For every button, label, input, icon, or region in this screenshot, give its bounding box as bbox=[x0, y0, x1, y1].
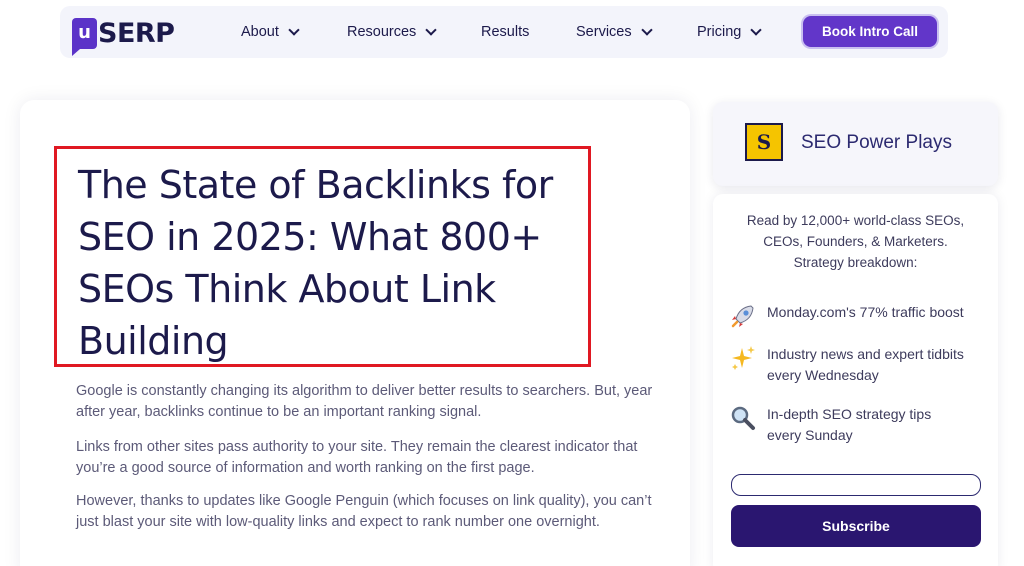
newsletter-logo: S bbox=[745, 123, 783, 161]
benefit-text: Industry news and expert tidbits every W… bbox=[767, 346, 964, 383]
subscribe-button[interactable]: Subscribe bbox=[731, 505, 981, 547]
logo-text: SERP bbox=[98, 17, 175, 49]
book-intro-call-button[interactable]: Book Intro Call bbox=[803, 16, 937, 47]
newsletter-intro: Read by 12,000+ world-class SEOs, CEOs, … bbox=[713, 210, 998, 273]
intro-line: CEOs, Founders, & Marketers. bbox=[763, 234, 948, 249]
nav-item-about[interactable]: About bbox=[241, 22, 300, 42]
nav-item-label: Pricing bbox=[697, 24, 742, 40]
chevron-down-icon bbox=[425, 24, 437, 36]
benefit-text: In-depth SEO strategy tips every Sunday bbox=[767, 406, 932, 443]
sparkles-icon bbox=[732, 346, 755, 370]
article-paragraph: Google is constantly changing its algori… bbox=[76, 383, 653, 420]
article-title: The State of Backlinks for SEO in 2025: … bbox=[78, 163, 553, 363]
userp-logo[interactable]: u SERP bbox=[72, 14, 175, 56]
logo-u-badge: u bbox=[72, 17, 97, 56]
newsletter-title: SEO Power Plays bbox=[801, 132, 952, 153]
article-paragraph: However, thanks to updates like Google P… bbox=[76, 493, 652, 530]
article-card: The State of Backlinks for SEO in 2025: … bbox=[20, 100, 690, 566]
nav-item-label: Services bbox=[576, 24, 632, 40]
benefit-item: Industry news and expert tidbits every W… bbox=[729, 344, 969, 386]
newsletter-signup-card: Read by 12,000+ world-class SEOs, CEOs, … bbox=[713, 194, 998, 566]
nav-item-results[interactable]: Results bbox=[481, 22, 529, 42]
intro-line: Read by 12,000+ world-class SEOs, bbox=[746, 213, 965, 228]
benefit-item: In-depth SEO strategy tips every Sunday bbox=[729, 404, 969, 446]
nav-item-services[interactable]: Services bbox=[576, 22, 653, 42]
title-highlight-box: The State of Backlinks for SEO in 2025: … bbox=[54, 146, 591, 367]
benefit-text: Monday.com's 77% traffic boost bbox=[767, 304, 964, 320]
nav-item-label: Results bbox=[481, 24, 530, 40]
magnifier-icon bbox=[731, 406, 755, 430]
intro-line: Strategy breakdown: bbox=[793, 255, 918, 270]
chevron-down-icon bbox=[750, 24, 762, 36]
nav-item-label: About bbox=[241, 24, 279, 40]
benefit-item: Monday.com's 77% traffic boost bbox=[729, 302, 989, 330]
nav-item-resources[interactable]: Resources bbox=[347, 22, 437, 42]
chevron-down-icon bbox=[288, 24, 300, 36]
email-field[interactable] bbox=[731, 474, 981, 496]
nav-item-pricing[interactable]: Pricing bbox=[697, 22, 762, 42]
top-navbar: u SERP About Resources Results Services … bbox=[60, 6, 948, 58]
newsletter-header: S SEO Power Plays bbox=[713, 102, 998, 186]
article-paragraph: Links from other sites pass authority to… bbox=[76, 439, 638, 476]
rocket-icon bbox=[731, 305, 754, 328]
nav-item-label: Resources bbox=[347, 24, 417, 40]
chevron-down-icon bbox=[640, 24, 653, 36]
